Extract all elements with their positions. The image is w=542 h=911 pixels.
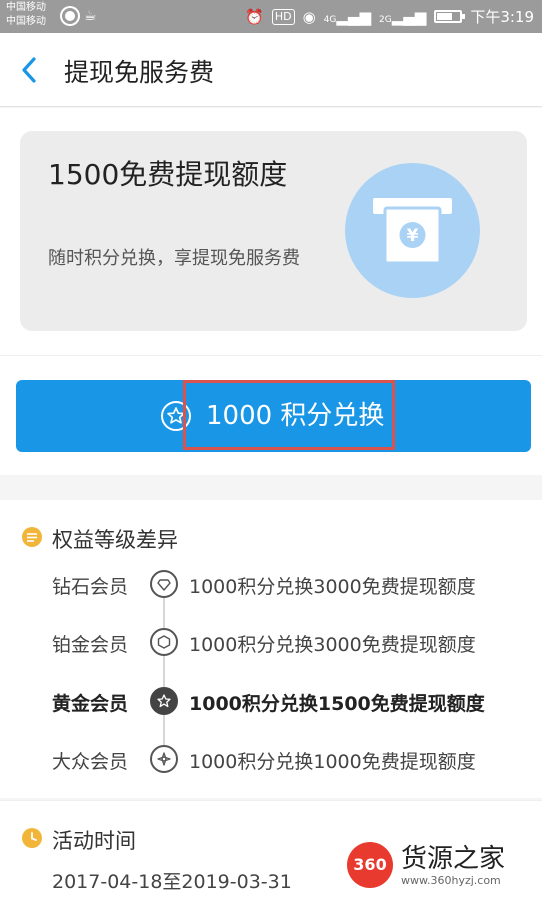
signal-4g: 4G▂▄▆ [323,7,371,26]
status-left-icons: ☕ [62,8,97,24]
tier-name: 铂金会员 [52,634,129,656]
hero-section: 1500免费提现额度 随时积分兑换，享提现免服务费 ¥ [0,108,542,355]
tier-description: 1000积分兑换3000免费提现额度 [189,634,476,656]
exchange-button[interactable]: 1000 积分兑换 [16,380,531,452]
timeline-line [163,580,165,760]
benefits-section: 权益等级差异 钻石会员 1000积分兑换3000免费提现额度 铂金会员 1000… [0,500,542,798]
tier-name: 黄金会员 [52,693,129,715]
benefits-title: 权益等级差异 [52,528,178,552]
tier-description: 1000积分兑换3000免费提现额度 [189,576,476,598]
benefits-section-icon [22,527,42,547]
tier-row-regular: 大众会员 1000积分兑换1000免费提现额度 [0,741,542,781]
activity-title: 活动时间 [52,829,136,853]
atm-yuan-icon: ¥ [345,163,480,298]
watermark-text: 货源之家 [401,844,506,874]
hexagon-icon [150,628,178,656]
hero-card: 1500免费提现额度 随时积分兑换，享提现免服务费 ¥ [20,131,527,331]
svg-text:¥: ¥ [407,226,419,246]
app-header: 提现免服务费 [0,33,542,107]
tier-name: 大众会员 [52,751,129,773]
status-right-icons: ⏰ HD ◉ 4G▂▄▆ 2G▂▄▆ 下午3:19 [245,6,534,27]
status-bar: 中国移动 中国移动 ☕ ⏰ HD ◉ 4G▂▄▆ 2G▂▄▆ 下午3:19 [0,0,542,33]
clock-icon [22,828,42,848]
signal-2g: 2G▂▄▆ [379,7,427,26]
tier-description: 1000积分兑换1500免费提现额度 [189,693,485,715]
highlight-box [183,380,395,450]
signal-2g-label: 2G [379,14,392,25]
battery-icon [434,10,466,23]
tier-row-platinum: 铂金会员 1000积分兑换3000免费提现额度 [0,624,542,664]
eye-icon: ◉ [302,7,316,26]
back-button[interactable] [16,55,46,85]
chevron-left-icon [22,57,36,83]
tier-row-gold: 黄金会员 1000积分兑换1500免费提现额度 [0,683,542,723]
clock: 下午3:19 [470,8,534,26]
watermark: 360 货源之家 www.360hyzj.com [347,838,532,894]
carrier-name: 中国移动 [6,2,46,13]
navigation-icon [62,8,78,24]
star-icon [150,687,178,715]
carrier-name-2: 中国移动 [6,16,46,27]
page-title: 提现免服务费 [64,58,215,87]
hero-subtitle: 随时积分兑换，享提现免服务费 [48,248,300,269]
app-icon: ☕ [84,8,97,24]
compass-icon [150,745,178,773]
watermark-badge: 360 [347,842,393,888]
hero-title: 1500免费提现额度 [48,158,288,191]
carrier-info: 中国移动 中国移动 [6,1,46,29]
tier-row-diamond: 钻石会员 1000积分兑换3000免费提现额度 [0,566,542,606]
alarm-icon: ⏰ [245,7,264,26]
hd-badge: HD [271,8,295,25]
exchange-section: 1000 积分兑换 [0,355,542,475]
tier-description: 1000积分兑换1000免费提现额度 [189,751,476,773]
watermark-url: www.360hyzj.com [401,874,501,887]
tier-name: 钻石会员 [52,576,129,598]
diamond-icon [150,570,178,598]
activity-date-range: 2017-04-18至2019-03-31 [52,871,292,893]
signal-4g-label: 4G [323,14,337,25]
